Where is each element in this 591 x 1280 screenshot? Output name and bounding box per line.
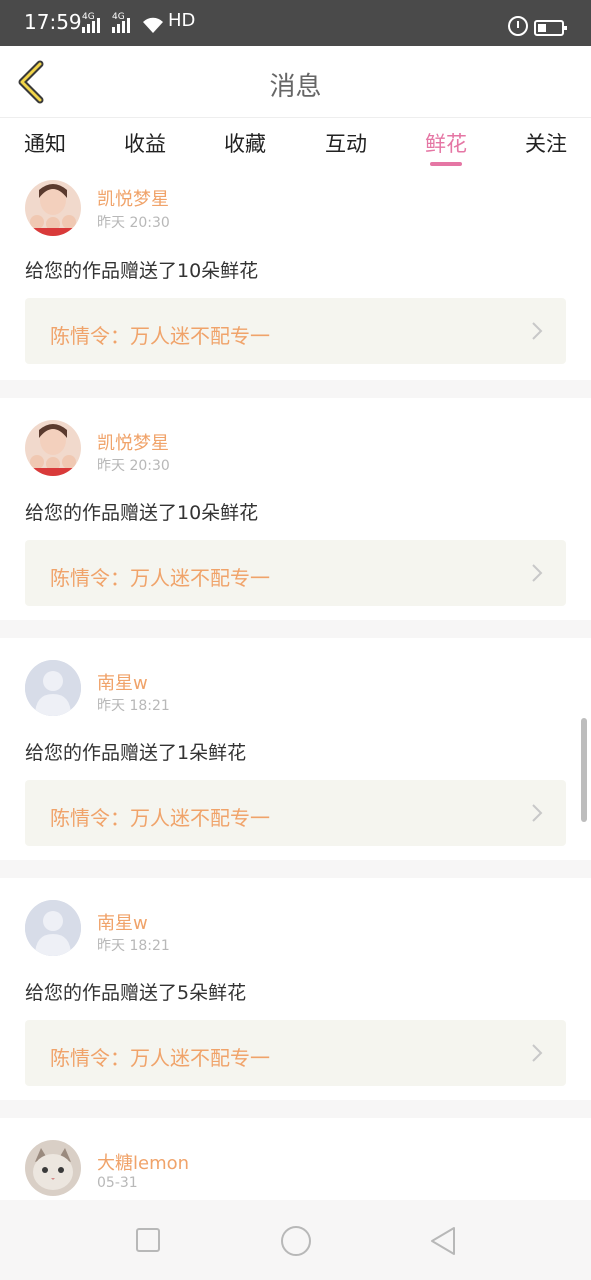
- tab-favorites[interactable]: 收藏: [205, 128, 285, 158]
- username[interactable]: 大糖lemon: [97, 1149, 189, 1175]
- signal-icon-2: [112, 18, 130, 33]
- chevron-right-icon: [532, 1044, 543, 1062]
- tab-flowers[interactable]: 鲜花: [406, 128, 486, 158]
- work-title: 陈情令：万人迷不配专一: [50, 566, 270, 590]
- timestamp: 05-31: [97, 1175, 138, 1191]
- chevron-right-icon: [532, 564, 543, 582]
- scrollbar[interactable]: [581, 718, 587, 822]
- tab-follow[interactable]: 关注: [506, 128, 586, 158]
- divider: [0, 380, 591, 398]
- work-link[interactable]: 陈情令：万人迷不配专一: [25, 780, 566, 846]
- avatar[interactable]: [25, 180, 81, 236]
- message-list: 凯悦梦星 昨天 20:30 给您的作品赠送了10朵鲜花 陈情令：万人迷不配专一 …: [0, 170, 591, 1208]
- divider: [0, 860, 591, 878]
- timestamp: 昨天 18:21: [97, 698, 170, 714]
- work-title: 陈情令：万人迷不配专一: [50, 806, 270, 830]
- chevron-right-icon: [532, 322, 543, 340]
- timestamp: 昨天 20:30: [97, 215, 170, 231]
- work-link[interactable]: 陈情令：万人迷不配专一: [25, 1020, 566, 1086]
- message-text: 给您的作品赠送了5朵鲜花: [25, 982, 247, 1004]
- chevron-right-icon: [532, 804, 543, 822]
- timestamp: 昨天 20:30: [97, 458, 170, 474]
- work-title: 陈情令：万人迷不配专一: [50, 324, 270, 348]
- alarm-icon: [508, 16, 528, 36]
- tab-notice[interactable]: 通知: [5, 128, 85, 158]
- battery-icon: [534, 20, 567, 36]
- work-link[interactable]: 陈情令：万人迷不配专一: [25, 540, 566, 606]
- back-triangle-icon[interactable]: [428, 1225, 458, 1257]
- tab-bar: 通知 收益 收藏 互动 鲜花 关注: [0, 118, 591, 170]
- active-tab-indicator: [430, 162, 462, 166]
- message-text: 给您的作品赠送了10朵鲜花: [25, 260, 259, 282]
- list-item: 南星w 昨天 18:21 给您的作品赠送了1朵鲜花 陈情令：万人迷不配专一: [0, 638, 591, 860]
- avatar[interactable]: [25, 1140, 81, 1196]
- avatar[interactable]: [25, 660, 81, 716]
- list-item: 凯悦梦星 昨天 20:30 给您的作品赠送了10朵鲜花 陈情令：万人迷不配专一: [0, 170, 591, 380]
- signal-icon: [82, 18, 100, 33]
- wifi-icon: [143, 17, 163, 33]
- username[interactable]: 凯悦梦星: [97, 185, 169, 211]
- tab-earnings[interactable]: 收益: [105, 128, 185, 158]
- header: 消息: [0, 46, 591, 118]
- message-text: 给您的作品赠送了1朵鲜花: [25, 742, 247, 764]
- list-item: 大糖lemon 05-31: [0, 1118, 591, 1208]
- page-title: 消息: [269, 72, 322, 102]
- divider: [0, 620, 591, 638]
- list-item: 南星w 昨天 18:21 给您的作品赠送了5朵鲜花 陈情令：万人迷不配专一: [0, 878, 591, 1100]
- system-nav-bar: [0, 1200, 591, 1280]
- divider: [0, 1100, 591, 1118]
- list-item: 凯悦梦星 昨天 20:30 给您的作品赠送了10朵鲜花 陈情令：万人迷不配专一: [0, 398, 591, 620]
- status-bar: 17:59 4G 4G HD: [0, 0, 591, 46]
- recent-apps-icon[interactable]: [136, 1228, 160, 1252]
- username[interactable]: 南星w: [97, 669, 148, 695]
- timestamp: 昨天 18:21: [97, 938, 170, 954]
- username[interactable]: 南星w: [97, 909, 148, 935]
- work-title: 陈情令：万人迷不配专一: [50, 1046, 270, 1070]
- home-icon[interactable]: [281, 1226, 311, 1256]
- tab-interaction[interactable]: 互动: [306, 128, 386, 158]
- avatar[interactable]: [25, 900, 81, 956]
- avatar[interactable]: [25, 420, 81, 476]
- message-text: 给您的作品赠送了10朵鲜花: [25, 502, 259, 524]
- work-link[interactable]: 陈情令：万人迷不配专一: [25, 298, 566, 364]
- hd-label: HD: [168, 10, 196, 31]
- status-time: 17:59: [24, 10, 82, 34]
- username[interactable]: 凯悦梦星: [97, 429, 169, 455]
